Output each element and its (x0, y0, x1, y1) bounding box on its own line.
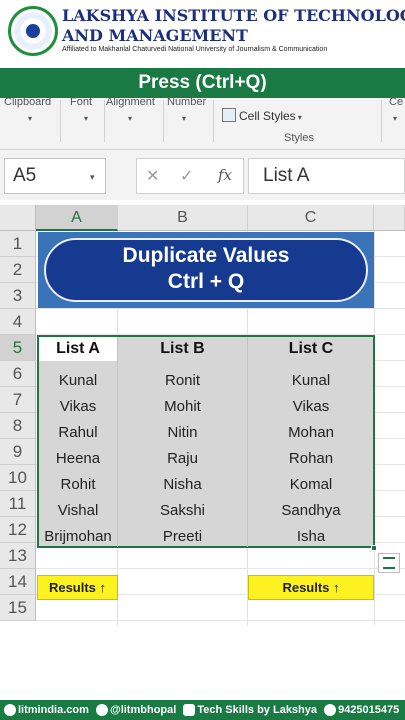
chevron-down-icon: ▾ (295, 113, 302, 122)
ribbon-separator (60, 100, 61, 142)
results-cell-c[interactable]: Results ↑ (248, 575, 374, 600)
logo-center (26, 24, 40, 38)
data-cell-b[interactable]: Ronit (118, 368, 247, 394)
select-all-corner[interactable] (0, 205, 36, 231)
ribbon-group-alignment[interactable]: Alignment (106, 96, 155, 108)
globe-icon (4, 704, 16, 717)
data-cell-b[interactable]: Mohit (118, 394, 247, 420)
instagram-text: @litmbhopal (109, 704, 177, 716)
grid-line (36, 308, 405, 309)
row-header[interactable]: 9 (0, 439, 36, 465)
whatsapp-icon (324, 704, 337, 717)
grid-line (36, 620, 405, 621)
youtube-icon (183, 704, 196, 717)
shortcut-banner: Press (Ctrl+Q) (0, 68, 405, 98)
website-text: litmindia.com (18, 704, 89, 716)
formula-input[interactable]: List A (248, 158, 405, 194)
header-cell-list-c[interactable]: List C (248, 337, 374, 361)
column-header-c[interactable]: C (248, 205, 374, 231)
row-header[interactable]: 10 (0, 465, 36, 491)
header-cell-list-a[interactable]: List A (39, 337, 117, 361)
row-header[interactable]: 7 (0, 387, 36, 413)
data-cell-a[interactable]: Rahul (39, 420, 117, 446)
data-cell-c[interactable]: Sandhya (248, 498, 374, 524)
row-header[interactable]: 5 (0, 335, 36, 361)
data-cell-a[interactable]: Heena (39, 446, 117, 472)
row-header[interactable]: 8 (0, 413, 36, 439)
grid-line (36, 568, 405, 569)
row-header[interactable]: 3 (0, 283, 36, 309)
youtube-text: Tech Skills by Lakshya (197, 704, 318, 716)
data-cell-c[interactable]: Komal (248, 472, 374, 498)
institute-name-line2: AND MANAGEMENT (62, 26, 248, 45)
data-cell-c[interactable]: Mohan (248, 420, 374, 446)
chevron-down-icon[interactable]: ▾ (28, 114, 32, 123)
ribbon-separator (381, 100, 382, 142)
row-header[interactable]: 1 (0, 231, 36, 257)
column-header-d[interactable] (374, 205, 405, 231)
data-cell-a[interactable]: Vikas (39, 394, 117, 420)
youtube-item[interactable]: Tech Skills by Lakshya (183, 700, 317, 720)
chevron-down-icon[interactable]: ▾ (84, 114, 88, 123)
row-header[interactable]: 12 (0, 517, 36, 543)
ribbon-group-cells[interactable]: Ce (389, 96, 403, 108)
data-cell-c[interactable]: Isha (248, 524, 374, 550)
data-cell-c[interactable]: Vikas (248, 394, 374, 420)
data-cell-a[interactable]: Vishal (39, 498, 117, 524)
header-cell-list-b[interactable]: List B (118, 337, 247, 361)
insert-function-icon[interactable]: fx (218, 166, 232, 184)
data-cell-a[interactable]: Brijmohan (39, 524, 117, 550)
data-cell-c[interactable]: Kunal (248, 368, 374, 394)
cancel-icon[interactable]: ✕ (146, 166, 159, 186)
data-cell-a[interactable]: Rohit (39, 472, 117, 498)
row-header[interactable]: 13 (0, 543, 36, 569)
data-cell-b[interactable]: Preeti (118, 524, 247, 550)
affiliation-text: Affiliated to Makhanlal Chaturvedi Natio… (62, 46, 328, 53)
ribbon-separator (163, 100, 164, 142)
row-header[interactable]: 15 (0, 595, 36, 621)
row-header[interactable]: 11 (0, 491, 36, 517)
phone-text: 9425015475 (338, 704, 400, 716)
chevron-down-icon[interactable]: ▾ (90, 172, 95, 183)
institute-name-line1: LAKSHYA INSTITUTE OF TECHNOLOGY (62, 6, 405, 25)
row-header[interactable]: 4 (0, 309, 36, 335)
fill-handle[interactable] (371, 545, 377, 551)
ribbon-separator (104, 100, 105, 142)
check-icon[interactable]: ✓ (180, 166, 193, 186)
results-cell-a[interactable]: Results ↑ (37, 575, 118, 600)
website-item[interactable]: litmindia.com (4, 700, 89, 720)
phone-item[interactable]: 9425015475 (324, 700, 399, 720)
ribbon-group-number[interactable]: Number (167, 96, 206, 108)
styles-group-label: Styles (284, 132, 314, 144)
column-header-b[interactable]: B (118, 205, 248, 231)
title-line2: Ctrl + Q (167, 270, 245, 293)
ribbon-separator (213, 100, 214, 142)
row-header[interactable]: 2 (0, 257, 36, 283)
data-cell-b[interactable]: Raju (118, 446, 247, 472)
data-cell-b[interactable]: Sakshi (118, 498, 247, 524)
quick-analysis-glyph (383, 557, 395, 569)
row-header[interactable]: 14 (0, 569, 36, 595)
data-cell-b[interactable]: Nisha (118, 472, 247, 498)
data-cell-c[interactable]: Rohan (248, 446, 374, 472)
ribbon-group-font[interactable]: Font (70, 96, 92, 108)
row-header[interactable]: 6 (0, 361, 36, 387)
chevron-down-icon[interactable]: ▾ (182, 114, 186, 123)
title-line1: Duplicate Values (122, 244, 290, 267)
cell-styles-button[interactable]: Cell Styles ▾ (222, 108, 302, 123)
chevron-down-icon[interactable]: ▾ (128, 114, 132, 123)
data-cell-b[interactable]: Nitin (118, 420, 247, 446)
chevron-down-icon[interactable]: ▾ (393, 114, 397, 123)
column-header-a[interactable]: A (36, 205, 118, 231)
instagram-item[interactable]: @litmbhopal (95, 700, 177, 720)
cell-styles-label: Cell Styles (239, 109, 296, 123)
data-cell-a[interactable]: Kunal (39, 368, 117, 394)
contact-footer: litmindia.com @litmbhopal Tech Skills by… (0, 700, 405, 720)
cell-styles-icon (222, 108, 236, 122)
instagram-icon (95, 704, 108, 717)
ribbon-group-clipboard[interactable]: Clipboard (4, 96, 51, 108)
